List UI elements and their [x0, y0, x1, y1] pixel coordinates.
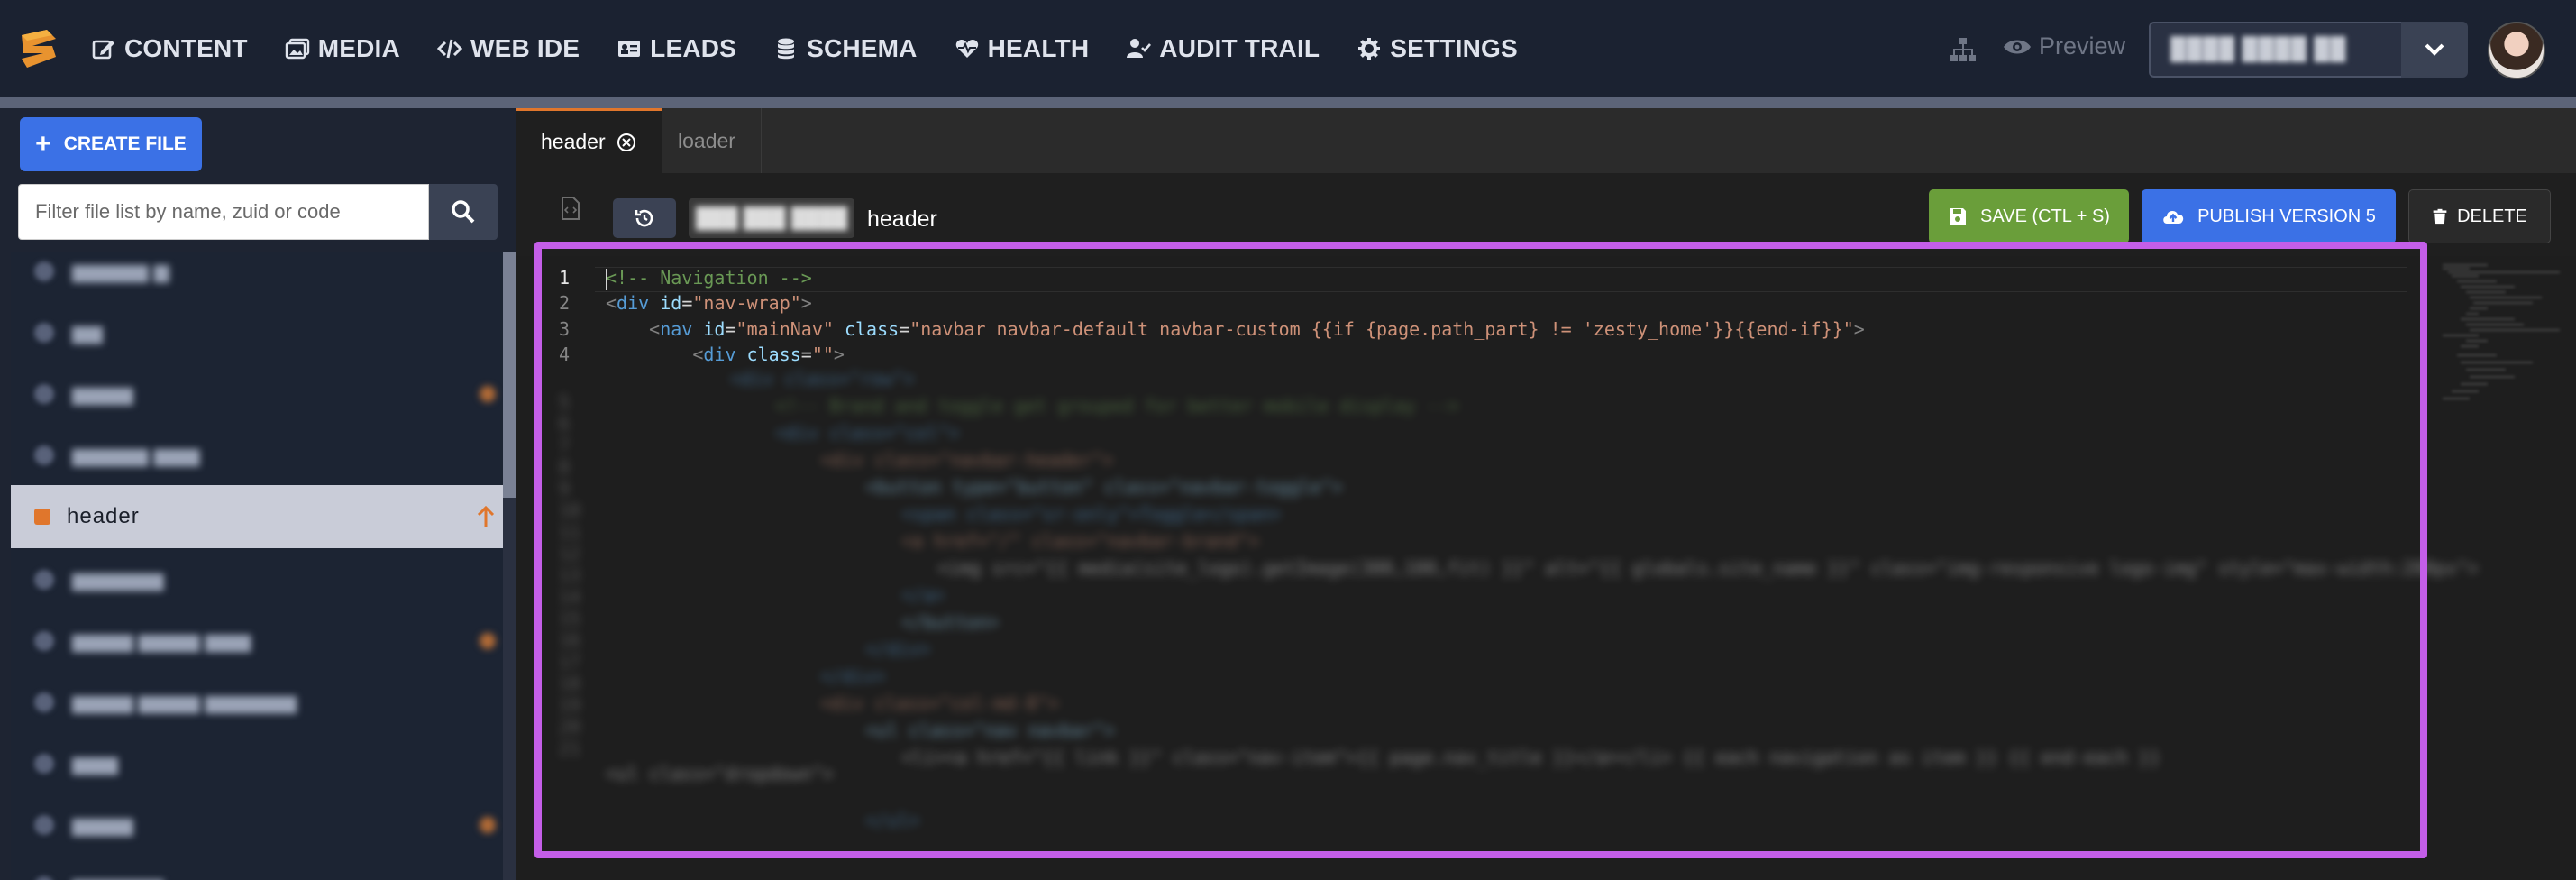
trash-icon — [2433, 208, 2447, 225]
search-icon — [452, 200, 475, 224]
publish-label: PUBLISH VERSION 5 — [2197, 206, 2376, 226]
tab-loader-label: loader — [678, 128, 735, 152]
chevron-down-icon — [2425, 43, 2444, 56]
list-item[interactable]: ▆▆▆▆ — [11, 793, 503, 857]
create-file-label: CREATE FILE — [63, 133, 187, 154]
nav-health[interactable]: HEALTH — [954, 34, 1090, 63]
file-name: header — [867, 206, 937, 232]
nav-web-ide[interactable]: WEB IDE — [436, 34, 580, 63]
list-item[interactable]: ▆▆▆▆▆▆ — [11, 548, 503, 611]
instance-name: ████ ████ ██ — [2170, 37, 2347, 61]
cloud-upload-icon — [2163, 211, 2184, 224]
nav-settings[interactable]: SETTINGS — [1356, 34, 1518, 63]
publish-button[interactable]: PUBLISH VERSION 5 — [2142, 189, 2396, 243]
list-item[interactable]: ▆▆▆▆ — [11, 362, 503, 426]
zesty-logo-icon[interactable] — [16, 26, 61, 71]
database-icon — [772, 35, 799, 62]
tab-header-label: header — [541, 130, 606, 153]
plus-icon: + — [35, 129, 51, 159]
nav-divider — [0, 97, 2576, 108]
nav-schema[interactable]: SCHEMA — [772, 34, 918, 63]
instance-dropdown-button[interactable] — [2401, 22, 2468, 78]
editor-tabs: header loader — [516, 108, 2576, 173]
code-area-highlight-box — [534, 242, 2427, 858]
nav-media[interactable]: MEDIA — [284, 34, 400, 63]
id-card-icon — [616, 35, 643, 62]
images-icon — [284, 35, 311, 62]
file-list: ▆▆▆▆▆ ▆ ▆▆ ▆▆▆▆ ▆▆▆▆▆ ▆▆▆ header ▆▆▆▆▆▆ … — [11, 252, 503, 880]
floppy-disk-icon — [1950, 208, 1967, 225]
history-icon — [635, 209, 653, 227]
search-button[interactable] — [429, 184, 498, 240]
file-sidebar: + CREATE FILE ▆▆▆▆▆ ▆ ▆▆ ▆▆▆▆ ▆▆▆▆▆ ▆▆▆ … — [0, 108, 516, 880]
list-item[interactable]: ▆▆▆▆ ▆▆▆▆ ▆▆▆▆▆▆ — [11, 671, 503, 734]
list-item[interactable]: ▆▆▆▆▆ ▆▆▆ — [11, 424, 503, 487]
save-button[interactable]: SAVE (CTL + S) — [1929, 189, 2129, 243]
user-avatar[interactable] — [2488, 22, 2545, 79]
save-label: SAVE (CTL + S) — [1980, 206, 2110, 226]
file-zuid: ███ ███ ████ — [695, 206, 848, 229]
tab-loader[interactable]: loader — [653, 108, 762, 173]
list-item[interactable]: ▆▆▆▆▆ ▆ — [11, 252, 503, 303]
code-minimap[interactable] — [2434, 261, 2569, 424]
nav-media-label: MEDIA — [317, 34, 400, 62]
list-item[interactable]: ▆▆▆ — [11, 732, 503, 795]
nav-audit-trail[interactable]: AUDIT TRAIL — [1125, 34, 1320, 63]
active-file-label: header — [67, 504, 140, 528]
nav-audit-trail-label: AUDIT TRAIL — [1159, 34, 1320, 62]
tab-header[interactable]: header — [516, 108, 662, 173]
nav-health-label: HEALTH — [987, 34, 1090, 62]
nav-settings-label: SETTINGS — [1390, 34, 1518, 62]
file-zuid-badge[interactable]: ███ ███ ████ — [689, 198, 854, 238]
create-file-button[interactable]: + CREATE FILE — [20, 117, 202, 171]
file-filter-input[interactable] — [18, 184, 429, 240]
nav-leads-label: LEADS — [650, 34, 737, 62]
nav-content[interactable]: CONTENT — [90, 34, 248, 63]
instance-selector[interactable]: ████ ████ ██ — [2149, 22, 2421, 78]
sitemap-icon[interactable] — [1949, 36, 1978, 63]
list-item[interactable]: ▆▆▆▆▆▆ — [11, 855, 503, 880]
list-item[interactable]: ▆▆ — [11, 301, 503, 364]
list-item-active[interactable]: header — [11, 485, 503, 548]
nav-content-label: CONTENT — [124, 34, 248, 62]
top-navigation: CONTENT MEDIA WEB IDE LEADS SCHEMA HEALT… — [0, 0, 2576, 97]
arrow-up-icon — [477, 505, 495, 527]
preview-link[interactable]: Preview — [2003, 32, 2125, 60]
nav-items: CONTENT MEDIA WEB IDE LEADS SCHEMA HEALT… — [90, 0, 1554, 97]
list-item[interactable]: ▆▆▆▆ ▆▆▆▆ ▆▆▆ — [11, 610, 503, 673]
delete-button[interactable]: DELETE — [2408, 189, 2551, 243]
nav-leads[interactable]: LEADS — [616, 34, 736, 63]
version-history-button[interactable] — [613, 198, 676, 238]
file-code-icon — [562, 197, 580, 220]
delete-label: DELETE — [2457, 206, 2527, 226]
gear-icon — [1356, 35, 1383, 62]
web-ide-app: CONTENT MEDIA WEB IDE LEADS SCHEMA HEALT… — [0, 0, 2576, 880]
user-check-icon — [1125, 35, 1152, 62]
edit-icon — [90, 35, 117, 62]
file-status-icon — [34, 509, 50, 525]
code-icon — [436, 35, 463, 62]
nav-schema-label: SCHEMA — [807, 34, 918, 62]
heartbeat-icon — [954, 35, 981, 62]
eye-icon — [2004, 40, 2031, 53]
close-tab-icon[interactable] — [617, 133, 636, 152]
file-list-scroll-thumb[interactable] — [503, 252, 516, 498]
preview-label: Preview — [2039, 32, 2126, 60]
nav-web-ide-label: WEB IDE — [470, 34, 580, 62]
